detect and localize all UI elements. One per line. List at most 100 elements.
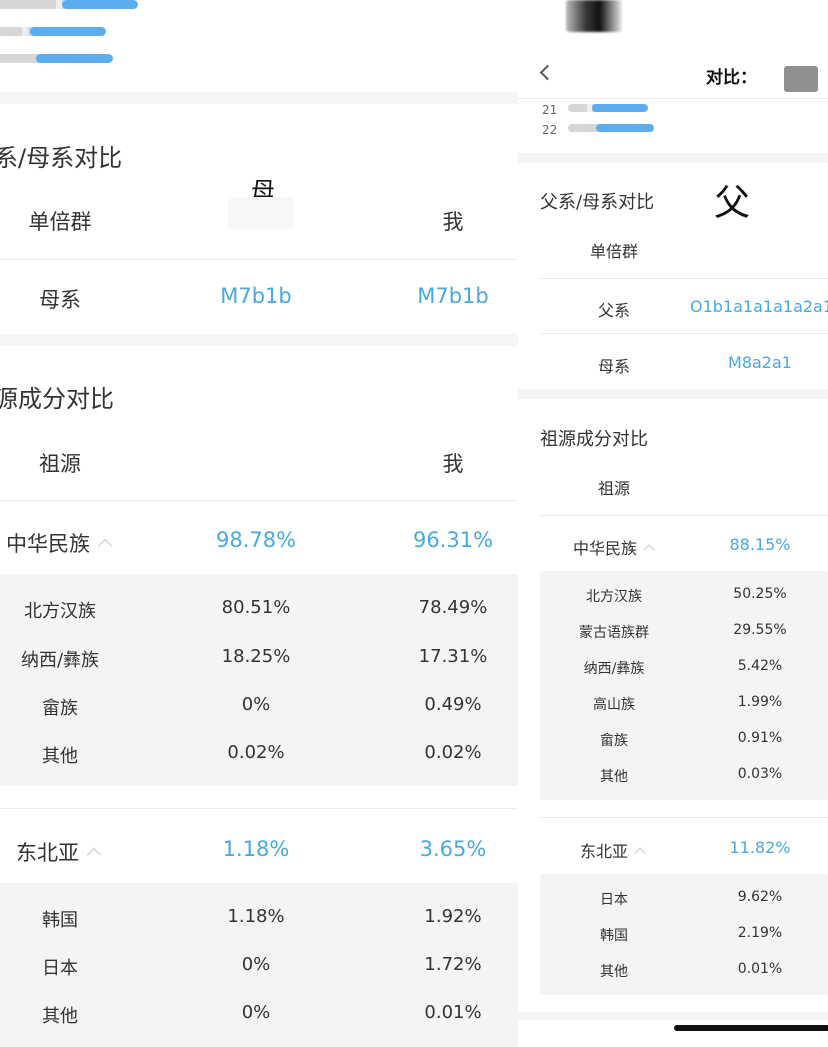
row-label: 其他	[600, 769, 628, 785]
row-value: 9.62%	[737, 889, 783, 905]
ancestry-section-title: 源成分对比	[0, 385, 114, 413]
chevron-up-icon[interactable]	[643, 544, 655, 556]
other-value: 0.02%	[227, 742, 285, 763]
row-divider	[540, 333, 828, 334]
other-value: 80.51%	[221, 597, 291, 618]
compare-title: 对比：	[706, 68, 757, 88]
haplogroup-header-label: 单倍群	[589, 242, 638, 261]
chromosome-bar	[0, 27, 106, 36]
group-name: 中华民族	[573, 539, 638, 558]
group-value: 11.82%	[729, 838, 791, 857]
chromosome-label: 22	[542, 123, 558, 137]
me-column-header: 我	[442, 452, 464, 476]
chevron-up-icon[interactable]	[97, 538, 113, 554]
row-divider	[540, 515, 828, 516]
row-label: 韩国	[600, 928, 628, 944]
row-divider	[0, 259, 518, 260]
me-value: 1.92%	[424, 906, 482, 927]
avatar	[566, 0, 622, 32]
group-name: 中华民族	[6, 532, 90, 556]
section-separator	[518, 389, 828, 399]
other-value: 0%	[241, 694, 271, 715]
ancestry-header-label: 祖源	[39, 452, 81, 476]
row-label: 其他	[42, 1006, 78, 1027]
section-separator	[518, 1012, 828, 1020]
maternal-value: M8a2a1	[728, 353, 792, 372]
me-value: 17.31%	[418, 646, 488, 667]
paternal-value: O1b1a1a1a1a2a1	[690, 297, 828, 316]
row-label: 母系	[597, 357, 630, 376]
me-value: 0.01%	[424, 1002, 482, 1023]
row-value: 0.91%	[737, 730, 783, 746]
other-value: 1.18%	[222, 837, 290, 861]
chevron-up-icon[interactable]	[634, 847, 646, 859]
ancestry-header-label: 祖源	[597, 479, 630, 498]
row-label: 韩国	[42, 910, 78, 931]
me-value: M7b1b	[417, 284, 489, 308]
other-value: 1.18%	[227, 906, 285, 927]
row-value: 2.19%	[737, 925, 783, 941]
row-value: 5.42%	[737, 658, 783, 674]
back-button[interactable]	[538, 64, 556, 82]
home-indicator[interactable]	[674, 1025, 828, 1031]
row-label: 其他	[42, 746, 78, 767]
me-value: 0.49%	[424, 694, 482, 715]
redacted-name	[228, 197, 294, 229]
chevron-left-icon	[539, 64, 556, 81]
group-value: 88.15%	[729, 535, 791, 554]
right-comparison-panel: 对比： 21 22 父系/母系对比 父 单倍群 父系 O1b1a1a1a1a2a…	[518, 0, 828, 1047]
haplogroup-header-label: 单倍群	[28, 210, 92, 234]
me-value: 0.02%	[424, 742, 482, 763]
ancestry-section-title: 祖源成分对比	[540, 429, 648, 450]
redacted-name	[784, 66, 818, 92]
other-value: M7b1b	[220, 284, 292, 308]
row-label: 纳西/彝族	[20, 650, 100, 671]
other-value: 18.25%	[221, 646, 291, 667]
chromosome-bar	[568, 104, 648, 112]
haplogroup-section-title: 系/母系对比	[0, 144, 123, 172]
group-name-toggle[interactable]: 东北亚	[580, 838, 646, 862]
me-value: 96.31%	[412, 528, 494, 552]
row-divider	[540, 278, 828, 279]
chromosome-bar	[0, 0, 138, 9]
me-value: 3.65%	[419, 837, 487, 861]
row-divider	[0, 808, 518, 809]
row-label: 日本	[42, 958, 78, 979]
row-label: 母系	[39, 288, 81, 312]
haplogroup-section-title: 父系/母系对比	[540, 192, 655, 213]
row-value: 50.25%	[733, 586, 787, 602]
other-value: 0%	[241, 1002, 271, 1023]
group-name: 东北亚	[16, 841, 79, 865]
row-label: 畲族	[600, 733, 628, 749]
row-label: 畲族	[42, 698, 78, 719]
father-label: 父	[714, 183, 751, 224]
header-divider	[518, 98, 828, 99]
me-column-header: 我	[442, 210, 464, 234]
chromosome-label: 21	[542, 103, 558, 117]
chevron-up-icon[interactable]	[86, 847, 102, 863]
group-name-toggle[interactable]: 东北亚	[16, 837, 102, 867]
group-name-toggle[interactable]: 中华民族	[573, 535, 655, 559]
me-value: 1.72%	[424, 954, 482, 975]
row-label: 蒙古语族群	[579, 625, 649, 641]
row-label: 日本	[600, 892, 628, 908]
row-value: 0.03%	[737, 766, 783, 782]
other-value: 0%	[241, 954, 271, 975]
section-separator	[0, 334, 518, 346]
row-value: 1.99%	[737, 694, 783, 710]
row-label: 纳西/彝族	[583, 661, 645, 677]
chromosome-bar	[0, 54, 113, 63]
row-value: 29.55%	[733, 622, 787, 638]
row-label: 北方汉族	[586, 589, 642, 605]
left-comparison-panel: 系/母系对比 母 单倍群 我 母系 M7b1b M7b1b 源成分对比 祖源 我…	[0, 0, 518, 1047]
row-value: 0.01%	[737, 961, 783, 977]
section-separator	[0, 92, 518, 104]
row-label: 北方汉族	[24, 601, 96, 622]
group-name: 东北亚	[580, 842, 629, 861]
row-label: 其他	[600, 964, 628, 980]
row-divider	[540, 817, 828, 818]
row-label: 父系	[597, 301, 630, 320]
row-label: 高山族	[593, 697, 635, 713]
section-separator	[518, 153, 828, 163]
group-name-toggle[interactable]: 中华民族	[6, 528, 113, 558]
